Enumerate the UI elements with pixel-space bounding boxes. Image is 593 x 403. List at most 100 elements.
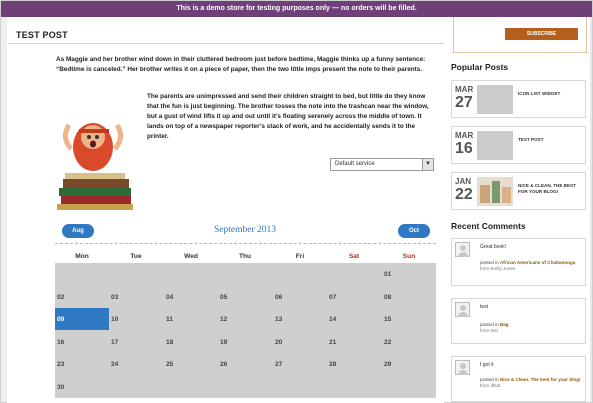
calendar-day[interactable]: 29 (382, 353, 436, 375)
comment-text: test (480, 304, 489, 310)
post-day: 27 (455, 94, 473, 111)
popular-post-title[interactable]: TEST POST (518, 137, 584, 143)
post-month: JAN (455, 177, 472, 186)
comment-meta: posted in Bag from test (480, 322, 584, 334)
popular-post-title[interactable]: ICON LIST WIDGET (518, 91, 584, 97)
calendar-month-title: September 2013 (213, 225, 276, 235)
recent-comment-item: Great book! posted in African Americans … (451, 238, 586, 286)
sidebar (446, 17, 590, 403)
post-title[interactable]: TEST POST (16, 30, 68, 40)
calendar-empty-cell (164, 263, 218, 285)
calendar-empty-cell (218, 376, 272, 398)
post-day: 16 (455, 140, 473, 157)
from-label: from (480, 266, 490, 271)
calendar-day[interactable]: 06 (273, 286, 327, 308)
popular-post-item[interactable]: MAR 27 ICON LIST WIDGET (451, 80, 586, 118)
calendar: Aug September 2013 Oct Mon Tue Wed Thu F… (55, 220, 436, 400)
calendar-day[interactable]: 15 (382, 308, 436, 330)
calendar-day[interactable]: 02 (55, 286, 109, 308)
calendar-day[interactable]: 22 (382, 331, 436, 353)
calendar-day[interactable]: 04 (164, 286, 218, 308)
post-month: MAR (455, 131, 474, 140)
prev-month-button[interactable]: Aug (62, 224, 94, 238)
weekday-wed: Wed (184, 253, 198, 260)
shipping-service-select[interactable]: Default service ▼ (330, 158, 434, 171)
post-thumbnail (477, 131, 513, 160)
post-title-bar: TEST POST (7, 22, 444, 44)
weekday-mon: Mon (75, 253, 89, 260)
calendar-day[interactable]: 27 (273, 353, 327, 375)
calendar-empty-cell (327, 376, 381, 398)
calendar-day[interactable]: 11 (164, 308, 218, 330)
comment-post-link[interactable]: Bag (500, 322, 509, 327)
from-label: from (480, 328, 490, 333)
calendar-empty-cell (109, 263, 163, 285)
from-label: from (480, 383, 490, 388)
recent-comment-item: test posted in Bag from test (451, 298, 586, 344)
weekday-sun: Sun (402, 253, 416, 260)
post-month: MAR (455, 85, 474, 94)
calendar-day[interactable]: 28 (327, 353, 381, 375)
calendar-empty-cell (273, 263, 327, 285)
calendar-day[interactable]: 03 (109, 286, 163, 308)
calendar-day[interactable]: 07 (327, 286, 381, 308)
posted-in-label: posted in (480, 322, 499, 327)
comment-meta: posted in African Americans of Chattanoo… (480, 260, 584, 272)
comment-meta: posted in Nice & Clean. The best for you… (480, 377, 584, 389)
calendar-empty-cell (382, 376, 436, 398)
calendar-empty-cell (273, 376, 327, 398)
comment-post-link[interactable]: African Americans of Chattanooga (500, 260, 575, 265)
calendar-day[interactable]: 24 (109, 353, 163, 375)
post-paragraph-2: The parents are unimpressed and send the… (147, 93, 429, 140)
calendar-empty-cell (327, 263, 381, 285)
calendar-day[interactable]: 20 (273, 331, 327, 353)
avatar (455, 242, 470, 257)
calendar-empty-cell (164, 376, 218, 398)
calendar-day[interactable]: 01 (382, 263, 436, 285)
calendar-day[interactable]: 16 (55, 331, 109, 353)
post-thumbnail (477, 177, 513, 206)
calendar-day[interactable]: 30 (55, 376, 109, 398)
calendar-day[interactable]: 05 (218, 286, 272, 308)
weekday-fri: Fri (295, 253, 305, 260)
calendar-day[interactable]: 08 (382, 286, 436, 308)
recent-comments-title: Recent Comments (451, 221, 526, 231)
calendar-day[interactable]: 13 (273, 308, 327, 330)
next-month-button[interactable]: Oct (398, 224, 430, 238)
weekday-sat: Sat (348, 253, 360, 260)
popular-posts-title: Popular Posts (451, 62, 509, 72)
select-value: Default service (335, 161, 375, 167)
calendar-empty-cell (109, 376, 163, 398)
post-image (55, 107, 135, 210)
popular-post-item[interactable]: JAN 22 NICE & CLEAN. THE BEST FOR YOUR B… (451, 172, 586, 210)
popular-post-title[interactable]: NICE & CLEAN. THE BEST FOR YOUR BLOG! (518, 183, 584, 195)
comment-author[interactable]: dfsdr (490, 383, 500, 388)
comment-author[interactable]: test (490, 328, 497, 333)
calendar-day[interactable]: 12 (218, 308, 272, 330)
subscribe-button[interactable]: SUBSCRIBE (505, 28, 578, 40)
calendar-day[interactable]: 23 (55, 353, 109, 375)
calendar-day[interactable]: 25 (164, 353, 218, 375)
calendar-day[interactable]: 21 (327, 331, 381, 353)
calendar-day[interactable]: 18 (164, 331, 218, 353)
posted-in-label: posted in (480, 377, 499, 382)
comment-post-link[interactable]: Nice & Clean. The best for your blog! (500, 377, 581, 382)
posted-in-label: posted in (480, 260, 499, 265)
calendar-day[interactable]: 17 (109, 331, 163, 353)
post-paragraph-1: As Maggie and her brother wind down in t… (56, 56, 426, 73)
calendar-day[interactable]: 26 (218, 353, 272, 375)
weekday-thu: Thu (238, 253, 252, 260)
comment-author[interactable]: Emily Jones (490, 266, 515, 271)
calendar-day[interactable]: 14 (327, 308, 381, 330)
calendar-day[interactable]: 10 (109, 308, 163, 330)
post-day: 22 (455, 186, 473, 203)
comment-text: Great book! (480, 244, 507, 250)
recent-comment-item: I got it posted in Nice & Clean. The bes… (451, 356, 586, 402)
avatar (455, 360, 470, 375)
calendar-day[interactable]: 19 (218, 331, 272, 353)
right-edge (590, 17, 592, 402)
calendar-empty-cell (218, 263, 272, 285)
popular-post-item[interactable]: MAR 16 TEST POST (451, 126, 586, 164)
calendar-day[interactable]: 09 (55, 308, 109, 330)
calendar-empty-cell (55, 263, 109, 285)
